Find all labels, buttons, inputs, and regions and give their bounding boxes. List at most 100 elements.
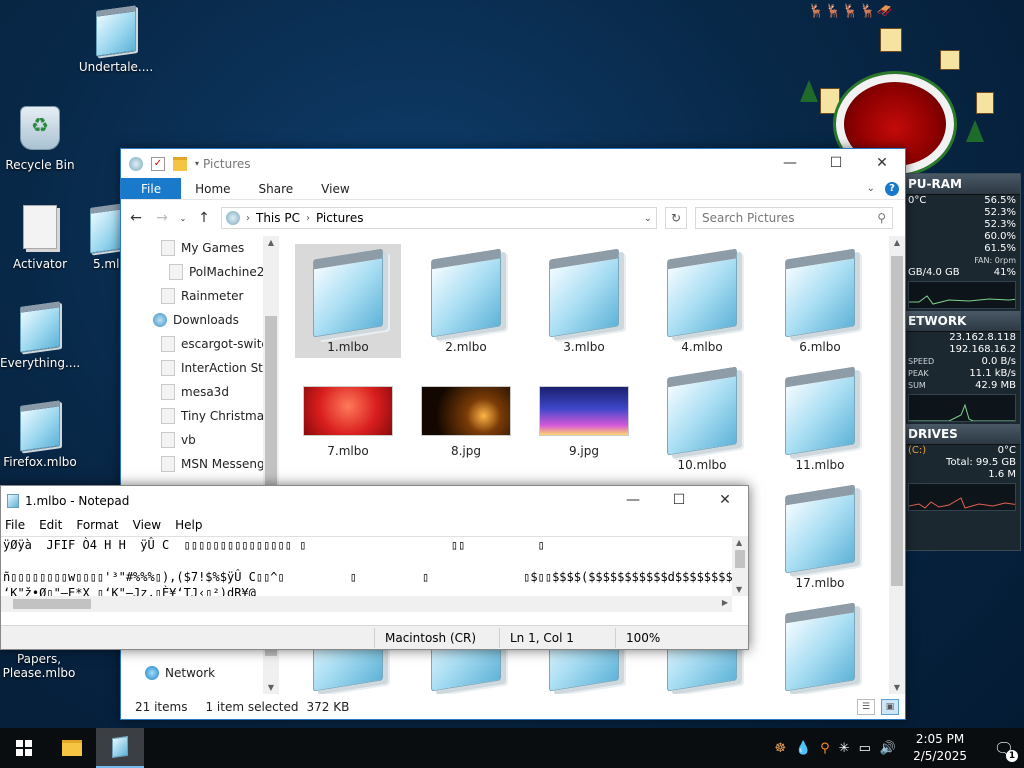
menu-help[interactable]: Help (175, 518, 202, 532)
file-item[interactable]: 11.mlbo (767, 362, 873, 476)
menu-file[interactable]: File (5, 518, 25, 532)
tab-file[interactable]: File (121, 178, 182, 199)
back-arrow-icon[interactable]: ← (127, 210, 145, 226)
search-input[interactable]: Search Pictures ⚲ (695, 207, 893, 229)
forward-arrow-icon[interactable]: → (153, 210, 171, 226)
file-item[interactable]: 17.mlbo (767, 480, 873, 594)
nav-item-network[interactable]: Network (145, 661, 215, 685)
chevron-down-icon[interactable]: ▾ (195, 159, 199, 168)
window-title: Pictures (203, 156, 251, 171)
maximize-button[interactable]: ☐ (813, 149, 859, 178)
file-item[interactable]: 8.jpg (413, 362, 519, 476)
snowflake-icon[interactable]: ✳ (839, 741, 850, 756)
taskbar-file-explorer[interactable] (48, 728, 96, 768)
minimize-button[interactable]: — (767, 149, 813, 178)
breadcrumb-this-pc[interactable]: This PC (256, 211, 300, 225)
file-item[interactable]: 6.mlbo (767, 244, 873, 358)
scrollbar-thumb[interactable] (735, 550, 745, 568)
file-item[interactable] (767, 598, 873, 694)
file-item[interactable]: 1.mlbo (295, 244, 401, 358)
explorer-title-bar[interactable]: ✓ ▾ Pictures — ☐ ✕ (121, 149, 905, 178)
file-item[interactable]: 7.mlbo (295, 362, 401, 476)
desktop-icon-everything[interactable]: Everything.... (0, 301, 80, 370)
content-scrollbar[interactable]: ▲ ▼ (889, 236, 905, 694)
file-item[interactable]: 10.mlbo (649, 362, 755, 476)
close-button[interactable]: ✕ (702, 486, 748, 515)
recent-locations-icon[interactable]: ⌄ (179, 214, 187, 223)
desktop-icon-papers-please[interactable]: Papers, Please.mlbo (0, 652, 78, 680)
scroll-up-icon[interactable]: ▲ (889, 238, 905, 247)
nav-item-tiny-christmas[interactable]: Tiny Christmas (161, 404, 279, 428)
text-line: ÿØÿà JFIF Ò4 H H ÿÛ C ▯▯▯▯▯▯▯▯▯▯▯▯▯▯▯ ▯ … (3, 538, 545, 552)
taskbar-notepad[interactable] (96, 728, 144, 768)
file-item[interactable]: 3.mlbo (531, 244, 637, 358)
desktop-icon-undertale[interactable]: Undertale.... (76, 5, 156, 74)
scroll-down-icon[interactable]: ▼ (736, 585, 742, 594)
scrollbar-thumb[interactable] (891, 256, 903, 586)
notepad-file-icon (549, 248, 619, 338)
nav-item-my-games[interactable]: My Games (161, 236, 279, 260)
folder-icon (161, 456, 175, 472)
volume-icon[interactable]: 🔊 (880, 741, 896, 756)
desktop-icon-firefox[interactable]: Firefox.mlbo (0, 400, 80, 469)
nav-item-interaction[interactable]: InterAction Stu (161, 356, 279, 380)
minimize-button[interactable]: — (610, 486, 656, 515)
file-item[interactable]: 2.mlbo (413, 244, 519, 358)
properties-icon[interactable]: ✓ (151, 156, 165, 171)
desktop-icon-recycle-bin[interactable]: Recycle Bin (0, 106, 80, 172)
file-item[interactable]: 9.jpg (531, 362, 637, 476)
menu-view[interactable]: View (133, 518, 161, 532)
clock-time: 2:05 PM (915, 732, 965, 746)
notepad-title-bar[interactable]: 1.mlbo - Notepad — ☐ ✕ (1, 486, 748, 515)
scroll-up-icon[interactable]: ▲ (736, 538, 742, 547)
breadcrumb-pictures[interactable]: Pictures (316, 211, 364, 225)
windows-logo-icon (16, 740, 32, 756)
large-icons-view-icon[interactable]: ▣ (881, 698, 899, 715)
nav-item-msn-messenger[interactable]: MSN Messeng (161, 452, 279, 476)
expand-ribbon-icon[interactable]: ⌄ (867, 183, 875, 194)
tab-home[interactable]: Home (181, 178, 244, 199)
people-icon[interactable]: ☸ (774, 741, 786, 756)
nav-item-label: Rainmeter (181, 289, 244, 303)
start-button[interactable] (0, 728, 48, 768)
help-icon[interactable]: ? (885, 181, 899, 196)
desktop-icon-activator[interactable]: Activator (0, 205, 80, 271)
address-dropdown-icon[interactable]: ⌄ (644, 213, 652, 224)
scroll-down-icon[interactable]: ▼ (889, 683, 905, 692)
address-bar[interactable]: › This PC › Pictures ⌄ (221, 207, 657, 229)
scroll-down-icon[interactable]: ▼ (263, 683, 279, 692)
water-drop-icon[interactable]: 💧 (795, 741, 811, 756)
scroll-up-icon[interactable]: ▲ (263, 238, 279, 247)
quick-access-icon[interactable] (129, 156, 143, 171)
tab-view[interactable]: View (307, 178, 363, 199)
tab-share[interactable]: Share (245, 178, 308, 199)
search-tool-icon[interactable]: ⚲ (820, 741, 830, 756)
fan-speed: FAN: 0rpm (974, 256, 1016, 265)
notepad-window[interactable]: 1.mlbo - Notepad — ☐ ✕ File Edit Format … (0, 485, 749, 650)
nav-item-escargot[interactable]: escargot-switc (161, 332, 279, 356)
maximize-button[interactable]: ☐ (656, 486, 702, 515)
up-arrow-icon[interactable]: ↑ (195, 210, 213, 226)
scroll-right-icon[interactable]: ▶ (722, 598, 728, 607)
notepad-text-area[interactable]: ÿØÿà JFIF Ò4 H H ÿÛ C ▯▯▯▯▯▯▯▯▯▯▯▯▯▯▯ ▯ … (1, 536, 732, 596)
nav-item-downloads[interactable]: Downloads (153, 308, 279, 332)
file-item[interactable]: 4.mlbo (649, 244, 755, 358)
details-view-icon[interactable]: ☰ (857, 698, 875, 715)
network-graph (908, 394, 1016, 422)
taskbar-clock[interactable]: 2:05 PM 2/5/2025 (905, 731, 975, 765)
menu-edit[interactable]: Edit (39, 518, 62, 532)
action-center-button[interactable]: 🗨 1 (984, 739, 1024, 762)
network-status-icon[interactable]: ▭ (859, 741, 871, 756)
nav-item-rainmeter[interactable]: Rainmeter (161, 284, 279, 308)
close-button[interactable]: ✕ (859, 149, 905, 178)
new-folder-icon[interactable] (173, 156, 187, 171)
refresh-button[interactable]: ↻ (665, 207, 687, 229)
drive-name: (C:) (908, 445, 927, 456)
scrollbar-thumb[interactable] (13, 599, 91, 609)
nav-item-mesa3d[interactable]: mesa3d (161, 380, 279, 404)
notepad-horizontal-scrollbar[interactable]: ▶ (1, 596, 732, 612)
menu-format[interactable]: Format (76, 518, 118, 532)
nav-item-vb[interactable]: vb (161, 428, 279, 452)
notepad-file-icon (667, 248, 737, 338)
notepad-vertical-scrollbar[interactable]: ▲ ▼ (732, 536, 748, 596)
